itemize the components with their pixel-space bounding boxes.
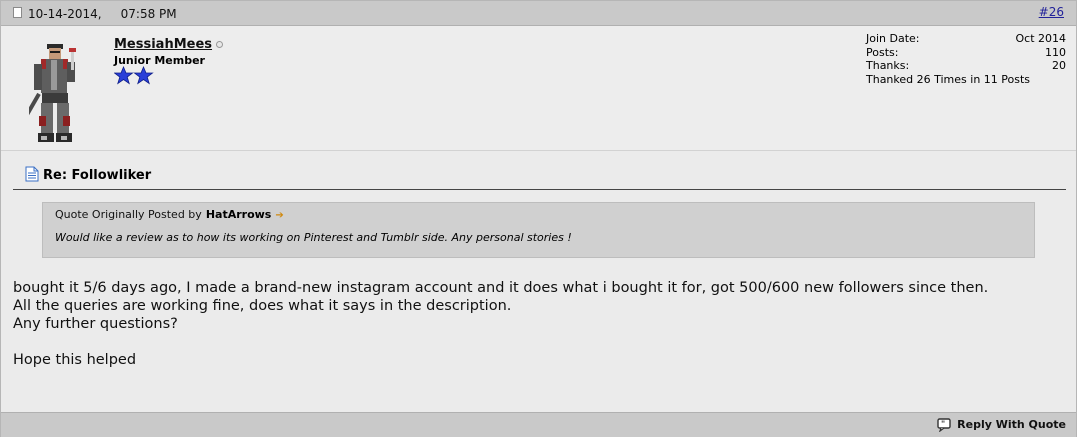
forum-post: 10-14-2014, 07:58 PM #26 MessiahMees Jun… bbox=[0, 0, 1077, 437]
posts-label: Posts: bbox=[866, 45, 899, 59]
post-time: 07:58 PM bbox=[120, 7, 177, 21]
reply-with-quote-label: Reply With Quote bbox=[957, 418, 1066, 431]
post-footer: " Reply With Quote bbox=[1, 412, 1076, 437]
user-rank-stars bbox=[114, 66, 154, 85]
quote-reply-icon: " bbox=[937, 418, 951, 432]
document-icon bbox=[25, 166, 39, 182]
thanks-value: 20 bbox=[1052, 59, 1066, 72]
user-info-panel: MessiahMees Junior Member Join Date: Oct … bbox=[1, 26, 1076, 151]
username-link[interactable]: MessiahMees bbox=[114, 37, 212, 52]
quote-header: Quote Originally Posted by HatArrows ➔ bbox=[55, 208, 284, 221]
quote-prefix: Quote Originally Posted by bbox=[55, 208, 202, 221]
star-icon bbox=[133, 66, 154, 85]
post-status-icon bbox=[13, 7, 22, 18]
star-icon bbox=[114, 66, 134, 85]
thanks-label: Thanks: bbox=[866, 59, 910, 72]
view-post-arrow-icon[interactable]: ➔ bbox=[275, 210, 283, 221]
user-stats: Join Date: Oct 2014 Posts: 110 Thanks: 20 T… bbox=[866, 32, 1066, 86]
quote-block: Quote Originally Posted by HatArrows ➔ Wou… bbox=[42, 202, 1035, 258]
join-date-value: Oct 2014 bbox=[1015, 32, 1066, 45]
posts-value: 110 bbox=[1045, 45, 1066, 59]
post-date: 10-14-2014, bbox=[28, 7, 102, 21]
avatar[interactable] bbox=[29, 40, 87, 146]
post-title: Re: Followliker bbox=[43, 168, 152, 183]
svg-text:": " bbox=[941, 420, 945, 429]
thanked-count: Thanked 26 Times in 11 Posts bbox=[866, 72, 1031, 86]
post-datetime: 10-14-2014, 07:58 PM bbox=[28, 7, 177, 21]
reply-with-quote-button[interactable]: " Reply With Quote bbox=[937, 418, 1066, 433]
title-divider bbox=[13, 189, 1066, 190]
join-date-label: Join Date: bbox=[866, 32, 920, 45]
post-header: 10-14-2014, 07:58 PM #26 bbox=[1, 1, 1076, 26]
quote-author: HatArrows bbox=[205, 208, 272, 221]
quote-text: Would like a review as to how its workin… bbox=[55, 231, 572, 244]
offline-status-icon bbox=[216, 41, 223, 48]
post-message-body: bought it 5/6 days ago, I made a brand-n… bbox=[13, 280, 989, 368]
post-number-link[interactable]: #26 bbox=[1039, 5, 1064, 19]
